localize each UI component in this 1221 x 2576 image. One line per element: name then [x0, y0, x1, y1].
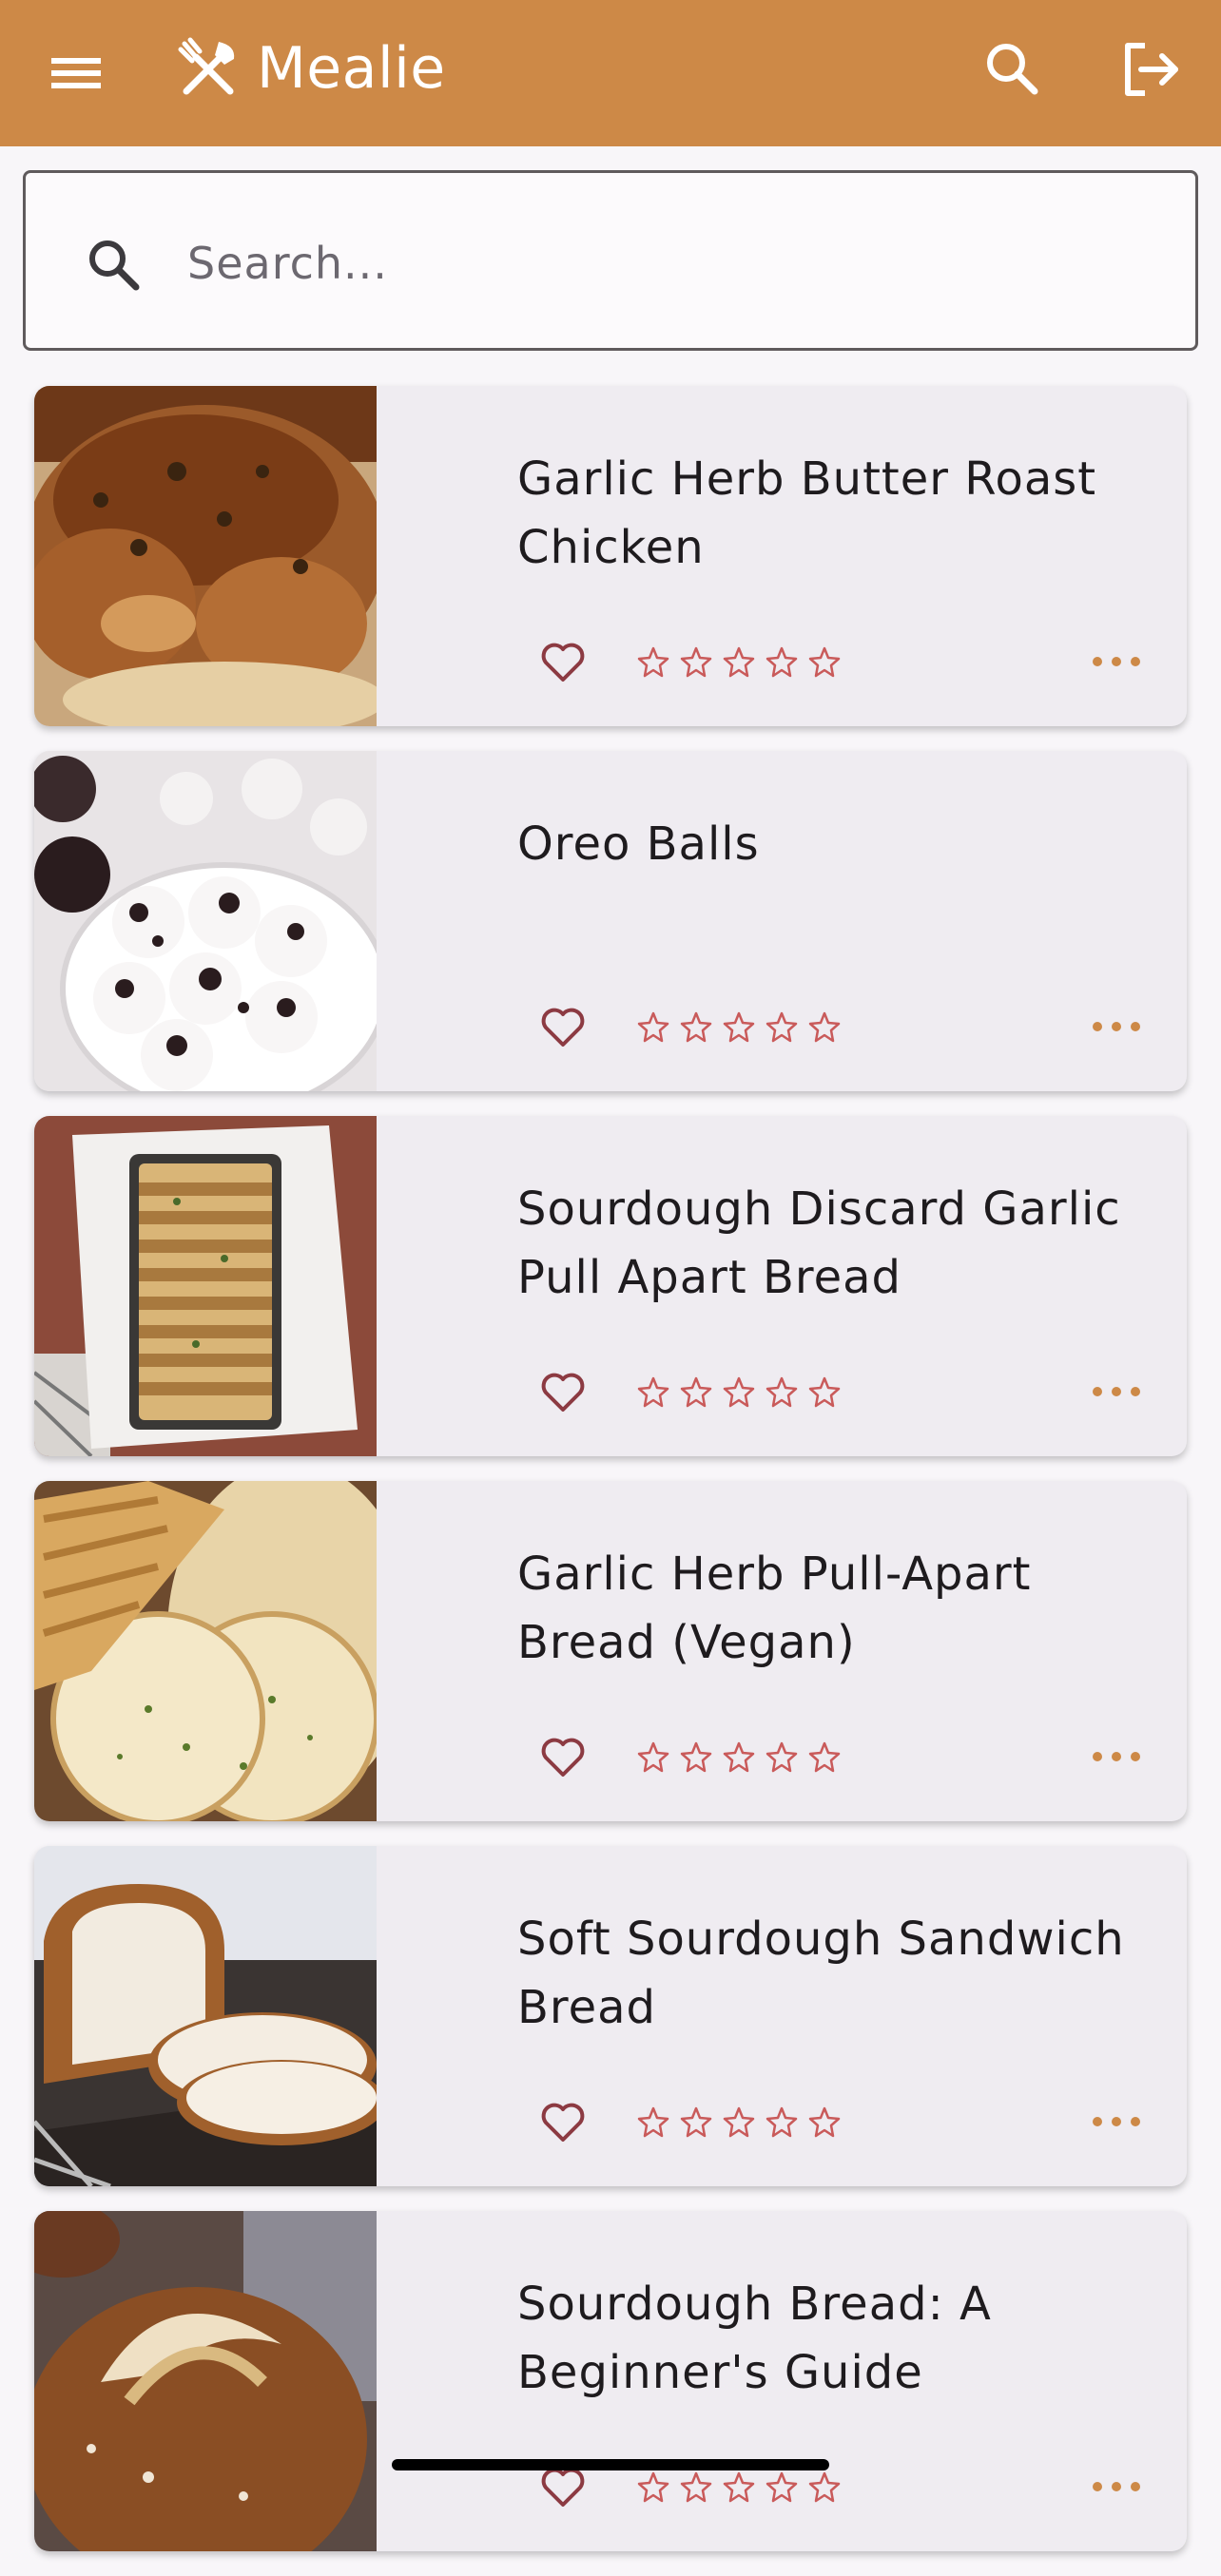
recipe-title: Sourdough Discard Garlic Pull Apart Brea…: [517, 1182, 1121, 1304]
star-icon[interactable]: [719, 2095, 759, 2148]
star-icon[interactable]: [804, 1365, 844, 1418]
star-icon[interactable]: [633, 2095, 673, 2148]
rating-stars[interactable]: [633, 1365, 844, 1418]
star-icon[interactable]: [676, 1730, 716, 1783]
rating-stars[interactable]: [633, 635, 844, 688]
star-icon[interactable]: [762, 1365, 802, 1418]
more-options-icon[interactable]: [1090, 2097, 1143, 2146]
star-icon[interactable]: [676, 1000, 716, 1053]
recipe-image: [34, 2211, 377, 2551]
star-icon[interactable]: [804, 1000, 844, 1053]
more-options-icon[interactable]: [1090, 2462, 1143, 2511]
recipe-title: Oreo Balls: [517, 817, 760, 871]
rating-stars[interactable]: [633, 1000, 844, 1053]
star-icon[interactable]: [804, 2095, 844, 2148]
heart-icon[interactable]: [538, 1732, 588, 1781]
search-icon: [987, 44, 1038, 95]
recipe-image: [34, 751, 377, 1091]
recipe-card[interactable]: Garlic Herb Pull-Apart Bread (Vegan): [34, 1481, 1187, 1821]
heart-icon[interactable]: [538, 637, 588, 686]
star-icon[interactable]: [676, 2095, 716, 2148]
star-icon[interactable]: [676, 1365, 716, 1418]
recipe-image: [34, 1116, 377, 1456]
recipe-card[interactable]: Garlic Herb Butter Roast Chicken: [34, 386, 1187, 726]
rating-stars[interactable]: [633, 1730, 844, 1783]
star-icon[interactable]: [804, 635, 844, 688]
utensils-logo-icon: [178, 37, 235, 95]
more-options-icon[interactable]: [1090, 637, 1143, 686]
recipe-image: [34, 1846, 377, 2186]
star-icon[interactable]: [633, 1730, 673, 1783]
recipe-image: [34, 1481, 377, 1821]
star-icon[interactable]: [719, 1730, 759, 1783]
star-icon[interactable]: [633, 1000, 673, 1053]
star-icon[interactable]: [804, 1730, 844, 1783]
star-icon[interactable]: [719, 1000, 759, 1053]
star-icon[interactable]: [676, 635, 716, 688]
heart-icon[interactable]: [538, 1002, 588, 1051]
heart-icon[interactable]: [538, 1367, 588, 1416]
star-icon[interactable]: [633, 635, 673, 688]
search-bar: [23, 170, 1198, 351]
recipe-image: [34, 386, 377, 726]
home-indicator[interactable]: [392, 2459, 829, 2470]
recipe-list: Garlic Herb Butter Roast Chicken Oreo Ba…: [34, 386, 1187, 2576]
menu-icon: [51, 58, 101, 88]
recipe-card[interactable]: Sourdough Bread: A Beginner's Guide: [34, 2211, 1187, 2551]
header-search-button[interactable]: [979, 36, 1046, 103]
more-options-icon[interactable]: [1090, 1732, 1143, 1781]
recipe-title: Soft Sourdough Sandwich Bread: [517, 1913, 1125, 2034]
logout-icon: [1125, 43, 1178, 96]
heart-icon[interactable]: [538, 2097, 588, 2146]
star-icon[interactable]: [762, 1730, 802, 1783]
menu-button[interactable]: [48, 44, 114, 103]
logout-button[interactable]: [1116, 36, 1185, 103]
app-bar: Mealie: [0, 0, 1221, 146]
search-input[interactable]: [161, 221, 1150, 306]
star-icon[interactable]: [719, 635, 759, 688]
star-icon[interactable]: [762, 635, 802, 688]
recipe-card[interactable]: Sourdough Discard Garlic Pull Apart Brea…: [34, 1116, 1187, 1456]
star-icon[interactable]: [762, 1000, 802, 1053]
search-icon: [89, 240, 140, 291]
more-options-icon[interactable]: [1090, 1367, 1143, 1416]
recipe-title: Garlic Herb Butter Roast Chicken: [517, 452, 1097, 574]
star-icon[interactable]: [762, 2095, 802, 2148]
star-icon[interactable]: [633, 1365, 673, 1418]
app-title: Mealie: [257, 35, 446, 102]
rating-stars[interactable]: [633, 2095, 844, 2148]
more-options-icon[interactable]: [1090, 1002, 1143, 1051]
recipe-title: Sourdough Bread: A Beginner's Guide: [517, 2278, 992, 2399]
recipe-card[interactable]: Soft Sourdough Sandwich Bread: [34, 1846, 1187, 2186]
recipe-title: Garlic Herb Pull-Apart Bread (Vegan): [517, 1548, 1032, 1669]
recipe-card[interactable]: Oreo Balls: [34, 751, 1187, 1091]
star-icon[interactable]: [719, 1365, 759, 1418]
